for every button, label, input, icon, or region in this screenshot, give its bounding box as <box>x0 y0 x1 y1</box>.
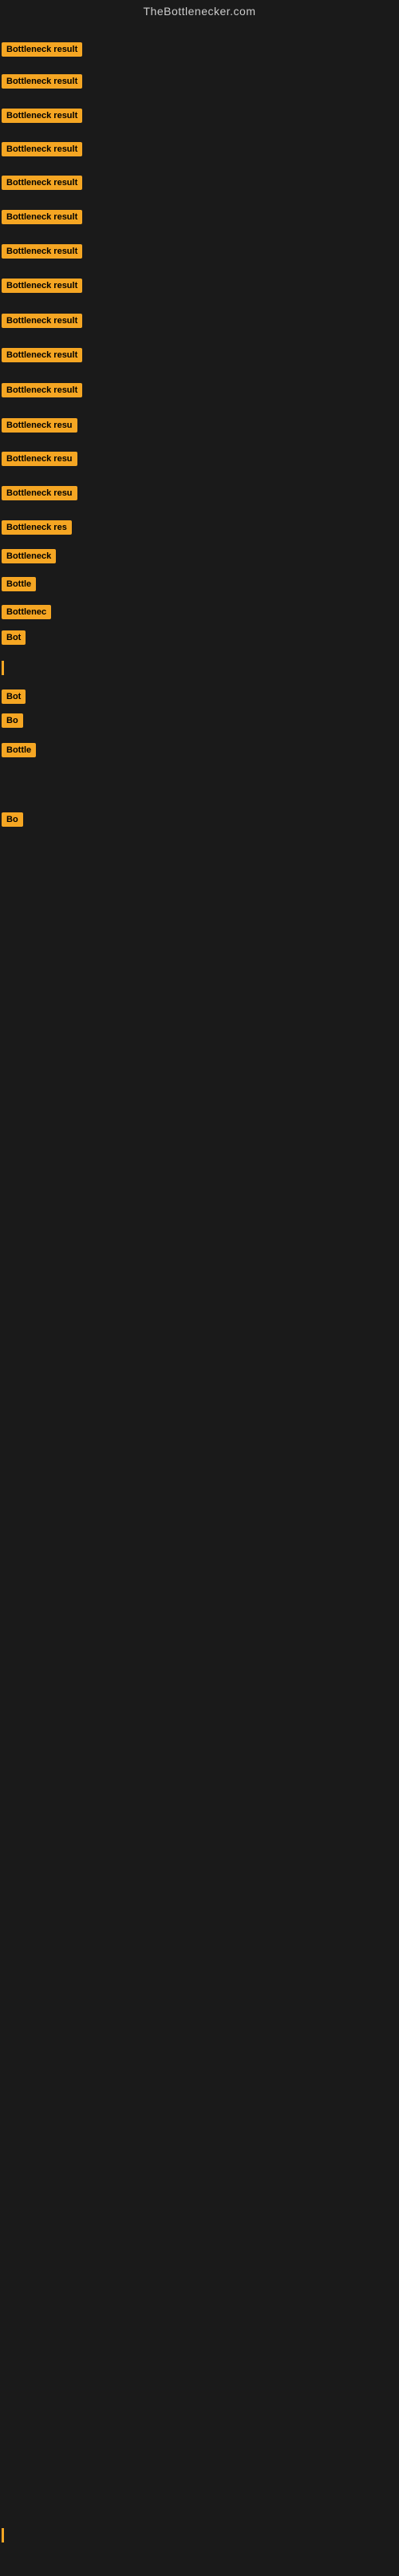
bottleneck-badge-20[interactable] <box>2 661 4 675</box>
bottleneck-badge-21[interactable]: Bot <box>2 689 26 704</box>
bottleneck-badge-11[interactable]: Bottleneck result <box>2 383 82 397</box>
bottleneck-badge-15[interactable]: Bottleneck res <box>2 520 72 535</box>
bottleneck-badge-3[interactable]: Bottleneck result <box>2 109 82 123</box>
bottleneck-badge-16[interactable]: Bottleneck <box>2 549 56 563</box>
bottleneck-badge-4[interactable]: Bottleneck result <box>2 142 82 156</box>
page-wrapper: TheBottlenecker.com Bottleneck resultBot… <box>0 0 399 2576</box>
bottleneck-badge-12[interactable]: Bottleneck resu <box>2 418 77 433</box>
bottleneck-badge-1[interactable]: Bottleneck result <box>2 42 82 57</box>
bottleneck-badge-7[interactable]: Bottleneck result <box>2 244 82 259</box>
bottleneck-badge-9[interactable]: Bottleneck result <box>2 314 82 328</box>
bottleneck-badge-23[interactable]: Bottle <box>2 743 36 757</box>
bottleneck-badge-25[interactable]: Bo <box>2 812 23 827</box>
bottleneck-badge-17[interactable]: Bottle <box>2 577 36 591</box>
bottleneck-badge-10[interactable]: Bottleneck result <box>2 348 82 362</box>
badges-container: Bottleneck result Bottleneck result Bottle… <box>0 22 399 2576</box>
bottleneck-badge-13[interactable]: Bottleneck resu <box>2 452 77 466</box>
bottleneck-badge-19[interactable]: Bot <box>2 630 26 645</box>
bottleneck-badge-5[interactable]: Bottleneck result <box>2 176 82 190</box>
bottleneck-badge-2[interactable]: Bottleneck result <box>2 74 82 89</box>
bottleneck-badge-6[interactable]: Bottleneck result <box>2 210 82 224</box>
bottleneck-badge-22[interactable]: Bo <box>2 713 23 728</box>
bottleneck-badge-8[interactable]: Bottleneck result <box>2 279 82 293</box>
final-line-indicator <box>2 2528 4 2542</box>
bottleneck-badge-14[interactable]: Bottleneck resu <box>2 486 77 500</box>
site-title: TheBottlenecker.com <box>0 0 399 22</box>
site-title-text: TheBottlenecker.com <box>143 5 255 18</box>
bottleneck-badge-18[interactable]: Bottlenec <box>2 605 51 619</box>
